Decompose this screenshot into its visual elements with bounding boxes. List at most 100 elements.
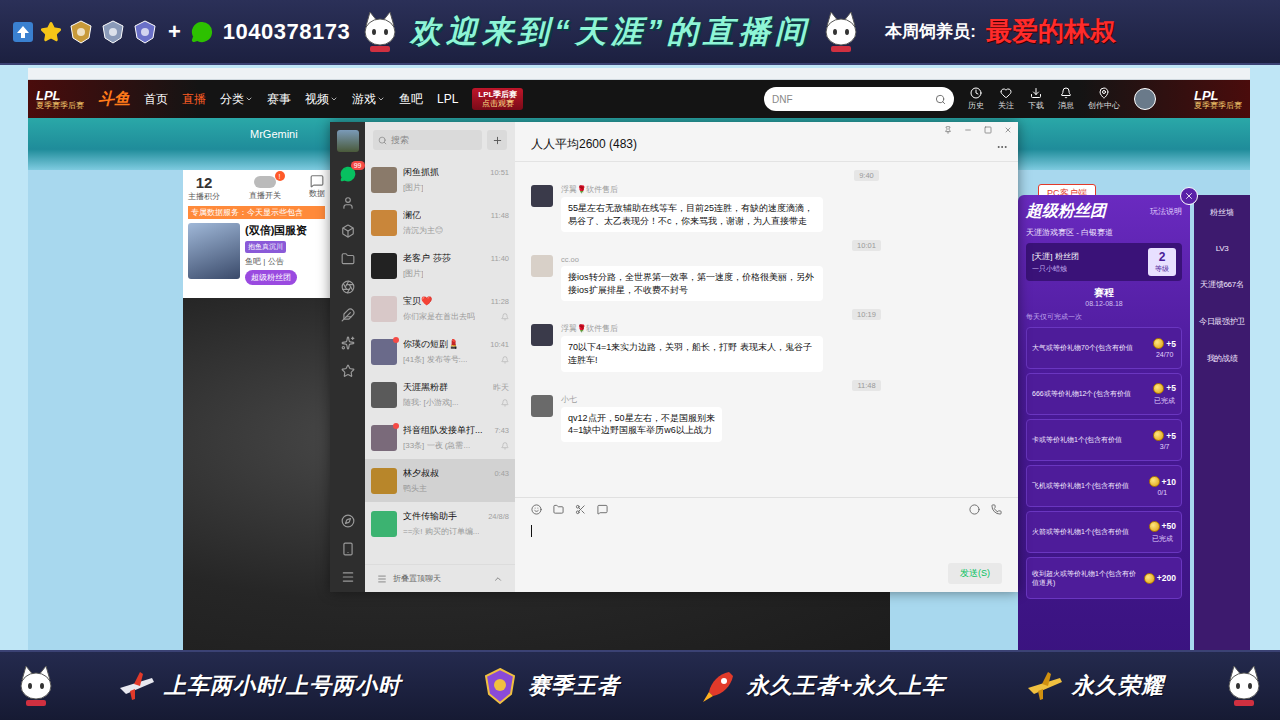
switch-toggle[interactable]	[254, 176, 276, 188]
toolbar-right	[969, 504, 1002, 515]
fan-help[interactable]: 玩法说明	[1150, 207, 1182, 217]
chat-item[interactable]: 老客户 莎莎11:40[图片]	[365, 244, 515, 287]
sender-avatar[interactable]	[531, 395, 553, 417]
nav-action[interactable]: 下载	[1028, 87, 1044, 111]
sidebar-tool-icon[interactable]	[341, 364, 355, 378]
chat-search[interactable]: 搜索	[373, 130, 482, 150]
promo-button[interactable]: LPL季后赛点击观赛	[472, 88, 523, 110]
room-title: (双倍)国服资	[245, 223, 307, 238]
profile-avatar[interactable]	[337, 130, 359, 152]
sidebar-tool-icon[interactable]	[341, 252, 355, 266]
folded-chats[interactable]: 折叠置顶聊天	[365, 564, 515, 592]
input-area: 发送(S)	[515, 497, 1018, 592]
emoji-icon[interactable]	[531, 504, 542, 515]
close-icon[interactable]	[1004, 126, 1012, 134]
sender-avatar[interactable]	[531, 255, 553, 277]
nav-action[interactable]: 历史	[968, 87, 984, 111]
fan-tab[interactable]: 赛程08.12-08.18	[1026, 286, 1182, 307]
nav-item[interactable]: 分类	[220, 91, 253, 108]
stream-overlay: +1040378173欢迎来到“天涯”的直播间本周饲养员:最爱的林叔LPL夏季赛…	[0, 0, 1280, 720]
chat-name: 林夕叔叔	[403, 467, 439, 480]
side-item[interactable]: 今日最强护卫	[1199, 316, 1245, 327]
add-button[interactable]	[487, 130, 507, 150]
level-value: 2	[1159, 250, 1166, 264]
side-item[interactable]: 天涯馈667名	[1200, 279, 1243, 290]
nav-action[interactable]: 关注	[998, 87, 1014, 111]
task-row: 收到超火或等价礼物1个(包含有价值道具)+200	[1026, 557, 1182, 599]
service-item: 永久荣耀	[1024, 666, 1164, 706]
phone-icon[interactable]	[341, 542, 355, 556]
sidebar-tool-icon[interactable]	[341, 336, 355, 350]
chat-item[interactable]: 天涯黑粉群昨天随我: [小游戏]...	[365, 373, 515, 416]
chat-item[interactable]: 闲鱼抓抓10:51[图片]	[365, 158, 515, 201]
side-item[interactable]: LV3	[1216, 244, 1229, 253]
chat-title: 人人平均2600 (483)	[531, 136, 637, 153]
sidebar-tool-icon[interactable]	[341, 196, 355, 210]
chat-item[interactable]: 澜亿11:48 清沉为主😊	[365, 201, 515, 244]
sidebar-tool-icon[interactable]	[341, 280, 355, 294]
screenshot-icon[interactable]	[575, 504, 586, 515]
gold-rank-icon	[68, 19, 94, 45]
history-icon[interactable]	[597, 504, 608, 515]
user-avatar[interactable]	[1134, 88, 1156, 110]
lpl-logo-main: LPL	[36, 89, 84, 102]
nav-item[interactable]: LPL	[437, 92, 458, 106]
coin-icon	[1153, 338, 1164, 349]
pin-icon[interactable]	[944, 126, 952, 134]
nav-item[interactable]: 游戏	[352, 91, 385, 108]
file-icon[interactable]	[553, 504, 564, 515]
wechat-window: 99 搜索闲鱼抓抓10:51[图片] 澜亿11:48 清沉为主😊 老客户 莎莎11:40…	[330, 122, 1018, 592]
points-label: 主播积分	[188, 191, 220, 202]
nav-item[interactable]: 直播	[182, 91, 206, 108]
action-label: 消息	[1058, 100, 1074, 111]
maximize-icon[interactable]	[984, 126, 992, 134]
send-button[interactable]: 发送(S)	[948, 563, 1002, 584]
message-row: 浮翼🌹软件售后70以下4=1来实力边路，关羽，船长，打野 表现末人，鬼谷子连胜车…	[531, 324, 1002, 371]
panel-close-button[interactable]	[1180, 187, 1198, 205]
site-search[interactable]: DNF	[764, 87, 954, 111]
message-body: 小七qv12点开，50星左右，不是国服别来 4=1缺中边野国服车举历w6以上战力	[561, 395, 722, 442]
welcome-title: 欢迎来到“天涯”的直播间	[410, 11, 811, 53]
chat-item[interactable]: 文件传输助手24/8/8==亲! 购买的订单编...	[365, 502, 515, 545]
service-item: 上车两小时/上号两小时	[116, 666, 401, 706]
data-metric[interactable]: 数据	[309, 174, 325, 199]
site-logo[interactable]: 斗鱼	[98, 89, 130, 110]
chat-preview: 清沉为主😊	[403, 225, 443, 236]
chat-item[interactable]: 你瑛の短剧💄10:41[41条] 发布等号:...	[365, 330, 515, 373]
chat-top: 宝贝❤️11:28	[403, 295, 509, 308]
points-value: 12	[196, 174, 213, 191]
side-item[interactable]: 我的战绩	[1207, 353, 1238, 364]
nav-action[interactable]: 创作中心	[1088, 87, 1120, 111]
nav-action[interactable]: 消息	[1058, 87, 1074, 111]
chat-item[interactable]: 抖音组队发接单打...7:43[33条] 一夜 (急需...	[365, 416, 515, 459]
chats-tab[interactable]: 99	[340, 166, 356, 182]
sidebar-tool-icon[interactable]	[341, 308, 355, 322]
call-icon[interactable]	[991, 504, 1002, 515]
task-reward: +53/7	[1153, 430, 1176, 450]
room-page: MrGemini12主播积分!直播开关数据专属数据服务：今天显示些包含(双倍)国…	[28, 118, 1250, 650]
chat-preview: [33条] 一夜 (急需...	[403, 440, 470, 451]
cat-mascot-icon	[16, 664, 56, 708]
menu-icon[interactable]	[341, 570, 355, 584]
chat-list: 闲鱼抓抓10:51[图片] 澜亿11:48 清沉为主😊 老客户 莎莎11:40[图片]…	[365, 158, 515, 564]
more-icon[interactable]	[996, 141, 1008, 153]
nav-item[interactable]: 赛事	[267, 91, 291, 108]
message-input[interactable]	[531, 515, 1002, 563]
nav-item[interactable]: 视频	[305, 91, 338, 108]
side-item[interactable]: 粉丝墙	[1210, 207, 1233, 218]
chat-item[interactable]: 林夕叔叔0:43鸭头主	[365, 459, 515, 502]
sender-avatar[interactable]	[531, 185, 553, 207]
nav-item[interactable]: 鱼吧	[399, 91, 423, 108]
fan-club-button[interactable]: 超级粉丝团	[245, 270, 297, 285]
sidebar-tool-icon[interactable]	[341, 224, 355, 238]
compass-icon[interactable]	[341, 514, 355, 528]
live-switch[interactable]: !直播开关	[249, 174, 281, 201]
minimize-icon[interactable]	[964, 126, 972, 134]
chat-item[interactable]: 宝贝❤️11:28你们家是在首出去吗	[365, 287, 515, 330]
action-label: 创作中心	[1088, 100, 1120, 111]
nav-item[interactable]: 首页	[144, 91, 168, 108]
live-icon[interactable]	[969, 504, 980, 515]
chat-top: 澜亿11:48	[403, 209, 509, 222]
sender-avatar[interactable]	[531, 324, 553, 346]
room-links[interactable]: 鱼吧 | 公告	[245, 256, 307, 267]
